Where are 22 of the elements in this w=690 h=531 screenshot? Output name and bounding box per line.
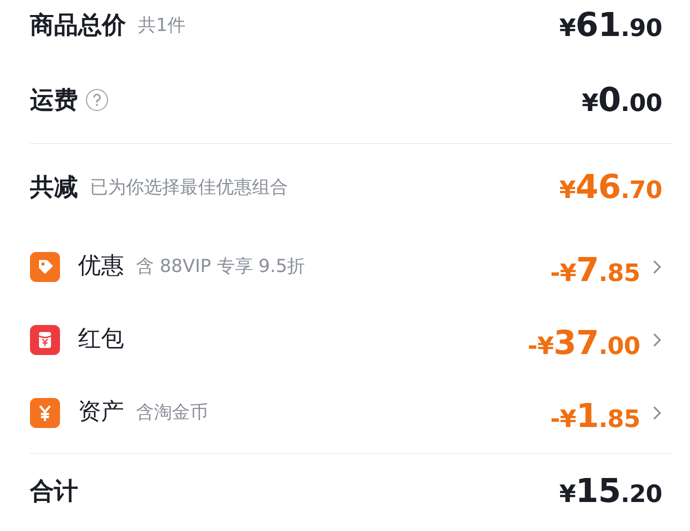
price-value: -¥1.85 (550, 394, 640, 437)
price-value: ¥46.70 (559, 166, 662, 208)
price-value: -¥7.85 (550, 248, 640, 291)
row-note: 含淘金币 (136, 401, 208, 425)
row-note: 含 88VIP 专享 9.5折 (136, 255, 306, 279)
help-icon[interactable] (86, 89, 108, 111)
row-label: 商品总价 (30, 10, 126, 41)
row-label: 运费 (30, 85, 78, 116)
price-value: ¥0.00 (582, 79, 662, 122)
chevron-right-icon[interactable] (652, 258, 662, 274)
row-label: 合计 (30, 476, 78, 507)
row-label: 共减 (30, 172, 78, 203)
row-note: 共1件 (138, 14, 186, 38)
price-value: ¥15.20 (559, 470, 662, 512)
chevron-right-icon[interactable] (652, 404, 662, 420)
row-label: 资产 (78, 398, 124, 428)
price-value: ¥61.90 (559, 4, 662, 46)
row-note: 已为你选择最佳优惠组合 (90, 176, 288, 200)
row-label: 红包 (78, 325, 124, 354)
price-value: -¥37.00 (528, 322, 640, 364)
chevron-right-icon[interactable] (652, 332, 662, 348)
row-label: 优惠 (78, 252, 124, 282)
